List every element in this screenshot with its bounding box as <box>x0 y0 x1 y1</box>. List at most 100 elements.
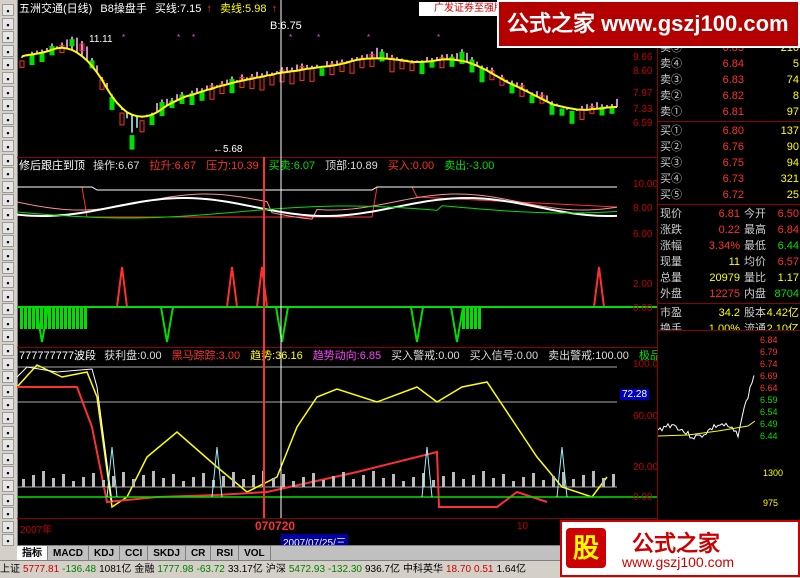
stat-value: 3.34% <box>708 240 740 252</box>
volume-bar <box>392 474 395 487</box>
volume-bar <box>22 479 25 487</box>
toolbar-button-icon-p[interactable]: ▪ <box>2 208 14 220</box>
toolbar-button-icon-aj[interactable]: ▪ <box>2 480 14 492</box>
intraday-price-tick: 6.44 <box>760 431 778 441</box>
toolbar-button-icon-w[interactable]: ▪ <box>2 303 14 316</box>
stat-label: 均价 <box>744 256 766 268</box>
toolbar-button-icon-r[interactable]: ▪ <box>2 235 14 248</box>
toolbar-button-icon-e[interactable]: ▪ <box>2 58 14 71</box>
toolbar-button-icon-z[interactable]: ▪ <box>2 344 14 356</box>
stat-value: 6.84 <box>777 224 799 236</box>
toolbar-button-icon-k[interactable]: ▪ <box>2 140 14 152</box>
buy-signal-spike <box>256 266 268 308</box>
toolbar-button-icon-i[interactable]: ▪ <box>2 112 14 125</box>
toolbar-button-icon-s[interactable]: ▪ <box>2 248 14 261</box>
toolbar-button-icon-aa[interactable]: ▪ <box>2 357 14 370</box>
toolbar-button-icon-ag[interactable]: ▪ <box>2 439 14 452</box>
divider <box>658 303 800 304</box>
toolbar-button-icon-af[interactable]: ▪ <box>2 425 14 438</box>
toolbar-button-icon-ac[interactable]: ▪ <box>2 384 14 397</box>
candlestick <box>559 108 565 116</box>
volume-bar <box>112 476 115 487</box>
quote-row: 买④ 6.73 321 <box>658 171 800 187</box>
toolbar-button-icon-a[interactable]: ▪ <box>2 4 14 16</box>
indicator-panel-2[interactable]: 修后跟庄到顶 操作:6.67 拉升:6.67 压力:10.39 买卖:6.07 顶部:1… <box>17 157 657 348</box>
volume-bar <box>282 474 285 487</box>
toolbar-button-icon-an[interactable]: ▪ <box>2 534 14 547</box>
toolbar-button-icon-d[interactable]: ▪ <box>2 44 14 57</box>
toolbar-button-icon-x[interactable]: ▪ <box>2 316 14 329</box>
stat-value: 34.2 <box>718 307 740 319</box>
candlestick <box>149 115 155 126</box>
sell-signal-bar <box>68 307 71 329</box>
toolbar-button-icon-t[interactable]: ▪ <box>2 262 14 275</box>
volume-bar <box>442 476 445 487</box>
tab-cr[interactable]: CR <box>186 546 212 561</box>
volume-bar <box>582 475 585 487</box>
volume-bar <box>382 478 385 487</box>
stat-value: 1.17 <box>777 272 799 284</box>
tab-cci[interactable]: CCI <box>120 546 149 561</box>
signal-marker: * <box>192 33 195 42</box>
toolbar-button-icon-f[interactable]: ▪ <box>2 72 14 84</box>
toolbar-button-icon-q[interactable]: ▪ <box>2 221 14 234</box>
sell-signal-bar <box>56 307 59 329</box>
candlestick <box>479 68 485 83</box>
sell-signal-bar <box>478 307 481 329</box>
stat-value: 8704 <box>774 288 799 300</box>
status-item: 1777.98 <box>157 564 194 575</box>
volume-bar <box>302 477 305 487</box>
status-item: 沪深 <box>265 564 286 575</box>
divider <box>658 204 800 205</box>
toolbar-button-icon-ah[interactable]: ▪ <box>2 452 14 465</box>
quote-value: 6.84 <box>722 58 744 70</box>
tab-rsi[interactable]: RSI <box>211 546 240 561</box>
toolbar-button-icon-v[interactable]: ▪ <box>2 289 14 302</box>
panel3-chart <box>17 347 657 518</box>
candlestick <box>379 51 385 62</box>
toolbar-button-icon-u[interactable]: ▪ <box>2 276 14 288</box>
volume-bar <box>342 472 345 487</box>
tab-macd[interactable]: MACD <box>48 546 89 561</box>
toolbar-button-icon-ae[interactable]: ▪ <box>2 412 14 424</box>
buy-signal-spike <box>116 266 128 308</box>
toolbar-button-icon-m[interactable]: ▪ <box>2 167 14 180</box>
toolbar-button-icon-h[interactable]: ▪ <box>2 99 14 112</box>
toolbar-button-icon-o[interactable]: ▪ <box>2 194 14 207</box>
toolbar-button-icon-ai[interactable]: ▪ <box>2 466 14 479</box>
tab-skdj[interactable]: SKDJ <box>148 546 186 561</box>
volume-bar <box>502 474 505 487</box>
toolbar-button-icon-am[interactable]: ▪ <box>2 520 14 533</box>
toolbar-button-icon-b[interactable]: ▪ <box>2 17 14 30</box>
tab-kdj[interactable]: KDJ <box>89 546 121 561</box>
stat-label: 今开 <box>744 208 766 220</box>
toolbar-button-icon-j[interactable]: ▪ <box>2 126 14 139</box>
stat-value: 11 <box>728 256 740 268</box>
toolbar-button-icon-c[interactable]: ▪ <box>2 31 14 44</box>
toolbar-button-icon-g[interactable]: ▪ <box>2 85 14 98</box>
candlestick <box>269 75 275 86</box>
stock-terminal-window: ▪ ▪ ▪ ▪ ▪ ▪ ▪ ▪ ▪ ▪ ▪ ▪ ▪ ▪ ▪ ▪ ▪ ▪ ▪ ▪ ▪ ▪ ▪ ▪ ▪ ▪ ▪ ▪ ▪ ▪ ▪ ▪ ▪ ▪ ▪ ▪ ▪ ▪ ▪ ▪… <box>0 0 800 578</box>
intraday-price-tick: 6.59 <box>760 395 778 405</box>
toolbar-button-icon-ab[interactable]: ▪ <box>2 371 14 384</box>
toolbar-button-icon-y[interactable]: ▪ <box>2 330 14 343</box>
toolbar-button-icon-al[interactable]: ▪ <box>2 507 14 520</box>
volume-bar <box>62 474 65 487</box>
toolbar-button-icon-l[interactable]: ▪ <box>2 153 14 166</box>
intraday-mini-chart[interactable]: 6.84 6.79 6.74 6.69 6.64 6.59 6.54 6.49 6.44 1300… <box>657 330 800 546</box>
volume-bar <box>512 481 515 487</box>
sell-signal-bar <box>48 307 51 329</box>
cursor-code-label: 070720 <box>255 519 296 533</box>
indicator-panel-3[interactable]: 777777777波段 获利盘:0.00 黑马踪踪:3.00 趋势:36.16 趋势动… <box>17 347 696 519</box>
sell-signal-bar <box>60 307 63 329</box>
toolbar-button-icon-ak[interactable]: ▪ <box>2 493 14 506</box>
quote-label: 卖④ <box>660 58 682 70</box>
toolbar-button-icon-ad[interactable]: ▪ <box>2 398 14 411</box>
toolbar-button-icon-n[interactable]: ▪ <box>2 180 14 193</box>
intraday-price-tick: 6.64 <box>760 383 778 393</box>
tab-指标[interactable]: 指标 <box>17 546 48 561</box>
volume-bar <box>192 477 195 487</box>
quote-stat-row: 涨跌 0.22 最高 6.84 <box>658 222 800 238</box>
tab-vol[interactable]: VOL <box>239 546 271 561</box>
quote-volume: 5 <box>792 58 799 70</box>
